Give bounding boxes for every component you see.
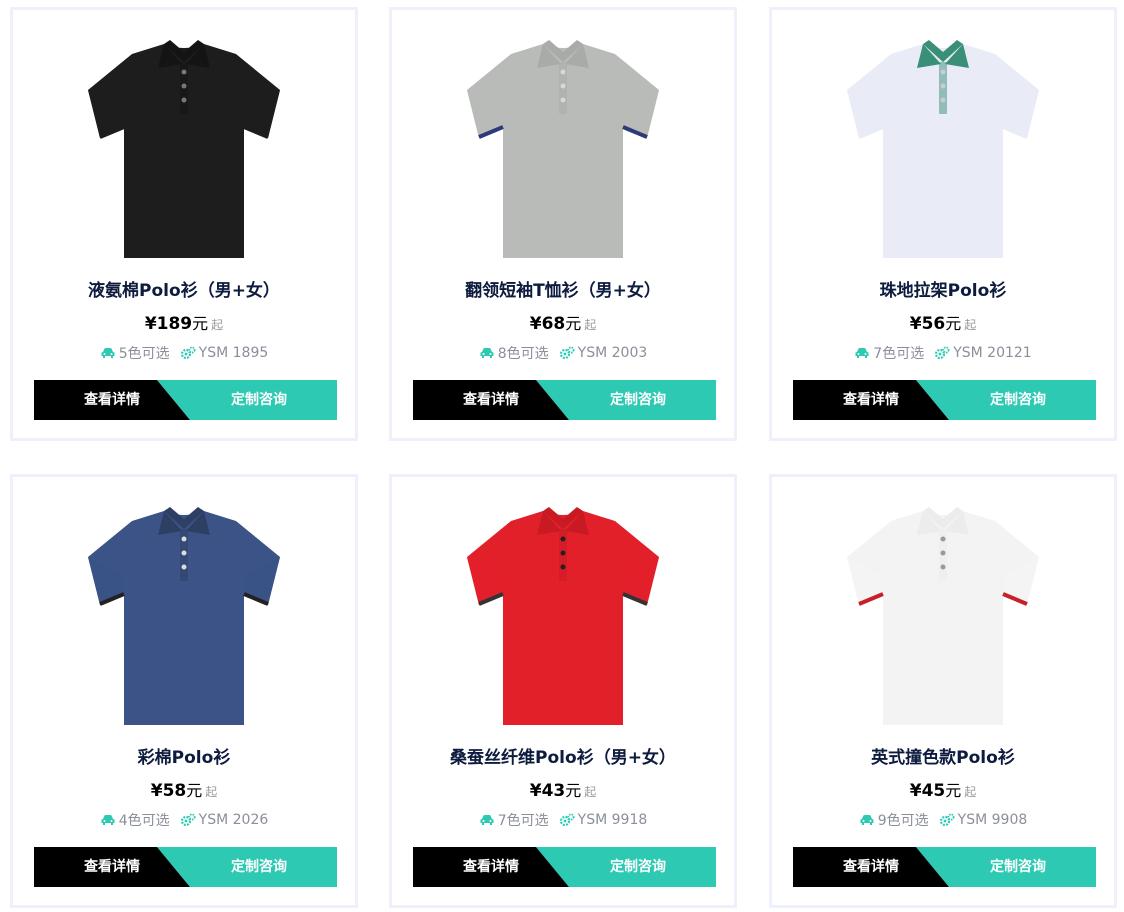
product-grid: 液氨棉Polo衫（男+女） ¥189元起 5色可选 YSM 1895 定制咨询 …: [0, 0, 1124, 912]
card-actions: 定制咨询 查看详情: [413, 380, 716, 420]
price-unit: 元: [186, 781, 203, 800]
color-options-text: 7色可选: [873, 346, 925, 362]
card-actions: 定制咨询 查看详情: [793, 380, 1096, 420]
product-name[interactable]: 液氨棉Polo衫（男+女）: [13, 276, 355, 301]
product-price: ¥58元起: [13, 777, 355, 801]
car-icon: [480, 815, 494, 825]
sku-code: YSM 1895: [198, 345, 269, 361]
price-unit: 元: [192, 314, 209, 333]
product-price: ¥43元起: [392, 777, 734, 801]
gears-icon: [559, 813, 575, 827]
color-options-text: 7色可选: [497, 813, 549, 829]
product-image[interactable]: [84, 505, 284, 730]
color-options-text: 9色可选: [877, 813, 929, 829]
price-value: ¥56: [909, 314, 946, 334]
color-options-text: 8色可选: [497, 346, 549, 362]
sku-code: YSM 9918: [577, 812, 648, 828]
product-name[interactable]: 英式撞色款Polo衫: [772, 743, 1114, 768]
product-image[interactable]: [463, 38, 663, 263]
product-meta: 9色可选 YSM 9908: [772, 810, 1114, 830]
card-actions: 定制咨询 查看详情: [34, 847, 337, 887]
product-meta: 8色可选 YSM 2003: [392, 343, 734, 363]
card-actions: 定制咨询 查看详情: [34, 380, 337, 420]
product-name[interactable]: 桑蚕丝纤维Polo衫（男+女）: [392, 743, 734, 768]
price-from-label: 起: [584, 318, 597, 332]
gears-icon: [559, 346, 575, 360]
product-card[interactable]: 桑蚕丝纤维Polo衫（男+女） ¥43元起 7色可选 YSM 9918 定制咨询…: [389, 474, 737, 908]
car-icon: [101, 815, 115, 825]
sku-code: YSM 2003: [577, 345, 648, 361]
gears-icon: [180, 346, 196, 360]
price-unit: 元: [565, 314, 582, 333]
product-card[interactable]: 翻领短袖T恤衫（男+女） ¥68元起 8色可选 YSM 2003 定制咨询 查看…: [389, 7, 737, 441]
price-value: ¥68: [529, 314, 566, 334]
price-from-label: 起: [584, 785, 597, 799]
product-image[interactable]: [463, 505, 663, 730]
color-options-text: 5色可选: [118, 346, 170, 362]
sku-code: YSM 2026: [198, 812, 269, 828]
price-unit: 元: [565, 781, 582, 800]
car-icon: [860, 815, 874, 825]
price-from-label: 起: [205, 785, 218, 799]
product-image[interactable]: [843, 38, 1043, 263]
product-card[interactable]: 彩棉Polo衫 ¥58元起 4色可选 YSM 2026 定制咨询 查看详情: [10, 474, 358, 908]
product-price: ¥189元起: [13, 310, 355, 334]
product-meta: 4色可选 YSM 2026: [13, 810, 355, 830]
product-name[interactable]: 珠地拉架Polo衫: [772, 276, 1114, 301]
product-meta: 5色可选 YSM 1895: [13, 343, 355, 363]
price-from-label: 起: [211, 318, 224, 332]
product-card[interactable]: 珠地拉架Polo衫 ¥56元起 7色可选 YSM 20121 定制咨询 查看详情: [769, 7, 1117, 441]
product-name[interactable]: 彩棉Polo衫: [13, 743, 355, 768]
price-from-label: 起: [964, 785, 977, 799]
product-meta: 7色可选 YSM 20121: [772, 343, 1114, 363]
sku-code: YSM 20121: [953, 345, 1032, 361]
price-value: ¥43: [529, 781, 566, 801]
product-image[interactable]: [84, 38, 284, 263]
price-unit: 元: [945, 781, 962, 800]
price-value: ¥45: [909, 781, 946, 801]
product-card[interactable]: 液氨棉Polo衫（男+女） ¥189元起 5色可选 YSM 1895 定制咨询 …: [10, 7, 358, 441]
gears-icon: [939, 813, 955, 827]
color-options-text: 4色可选: [118, 813, 170, 829]
sku-code: YSM 9908: [957, 812, 1028, 828]
price-value: ¥58: [150, 781, 187, 801]
price-from-label: 起: [964, 318, 977, 332]
product-card[interactable]: 英式撞色款Polo衫 ¥45元起 9色可选 YSM 9908 定制咨询 查看详情: [769, 474, 1117, 908]
product-name[interactable]: 翻领短袖T恤衫（男+女）: [392, 276, 734, 301]
car-icon: [101, 348, 115, 358]
product-price: ¥45元起: [772, 777, 1114, 801]
product-image[interactable]: [843, 505, 1043, 730]
gears-icon: [935, 346, 950, 360]
product-price: ¥68元起: [392, 310, 734, 334]
product-price: ¥56元起: [772, 310, 1114, 334]
card-actions: 定制咨询 查看详情: [793, 847, 1096, 887]
car-icon: [855, 348, 869, 358]
car-icon: [480, 348, 494, 358]
card-actions: 定制咨询 查看详情: [413, 847, 716, 887]
price-unit: 元: [945, 314, 962, 333]
price-value: ¥189: [144, 314, 193, 334]
product-meta: 7色可选 YSM 9918: [392, 810, 734, 830]
gears-icon: [180, 813, 196, 827]
